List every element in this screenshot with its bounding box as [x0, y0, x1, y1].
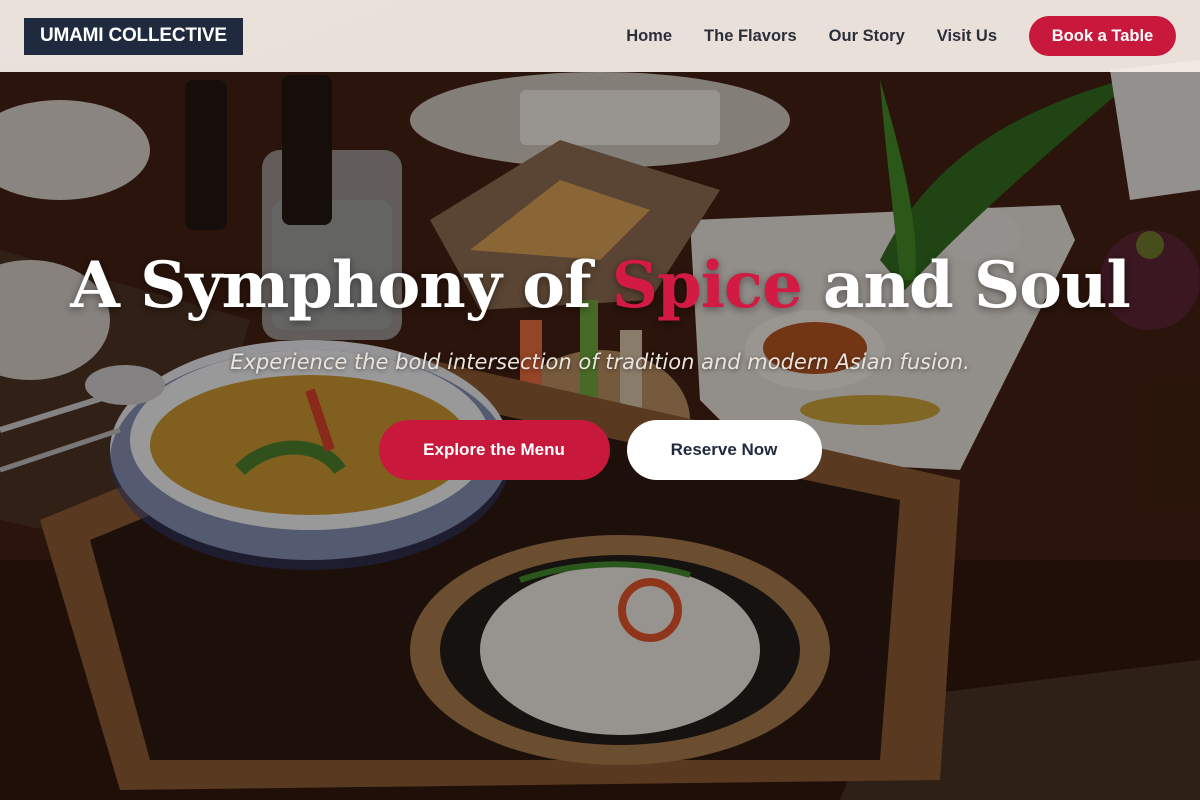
nav-link-the-flavors[interactable]: The Flavors — [704, 27, 797, 46]
headline-start: A Symphony of — [70, 248, 612, 323]
main-nav: Home The Flavors Our Story Visit Us Book… — [626, 16, 1176, 56]
hero-headline: A Symphony of Spice and Soul — [0, 250, 1200, 322]
hero-tagline: Experience the bold intersection of trad… — [230, 350, 970, 374]
hero-content: A Symphony of Spice and Soul Experience … — [0, 250, 1200, 480]
nav-link-home[interactable]: Home — [626, 27, 672, 46]
hero-cta-group: Explore the Menu Reserve Now — [0, 420, 1200, 480]
explore-menu-button[interactable]: Explore the Menu — [378, 420, 610, 480]
nav-link-visit-us[interactable]: Visit Us — [937, 27, 997, 46]
headline-end: and Soul — [801, 248, 1131, 323]
nav-link-our-story[interactable]: Our Story — [829, 27, 905, 46]
brand-logo[interactable]: UMAMI COLLECTIVE — [24, 17, 243, 55]
book-a-table-button[interactable]: Book a Table — [1029, 16, 1176, 56]
reserve-now-button[interactable]: Reserve Now — [626, 420, 822, 480]
site-header: UMAMI COLLECTIVE Home The Flavors Our St… — [0, 0, 1200, 72]
headline-accent: Spice — [611, 248, 803, 323]
